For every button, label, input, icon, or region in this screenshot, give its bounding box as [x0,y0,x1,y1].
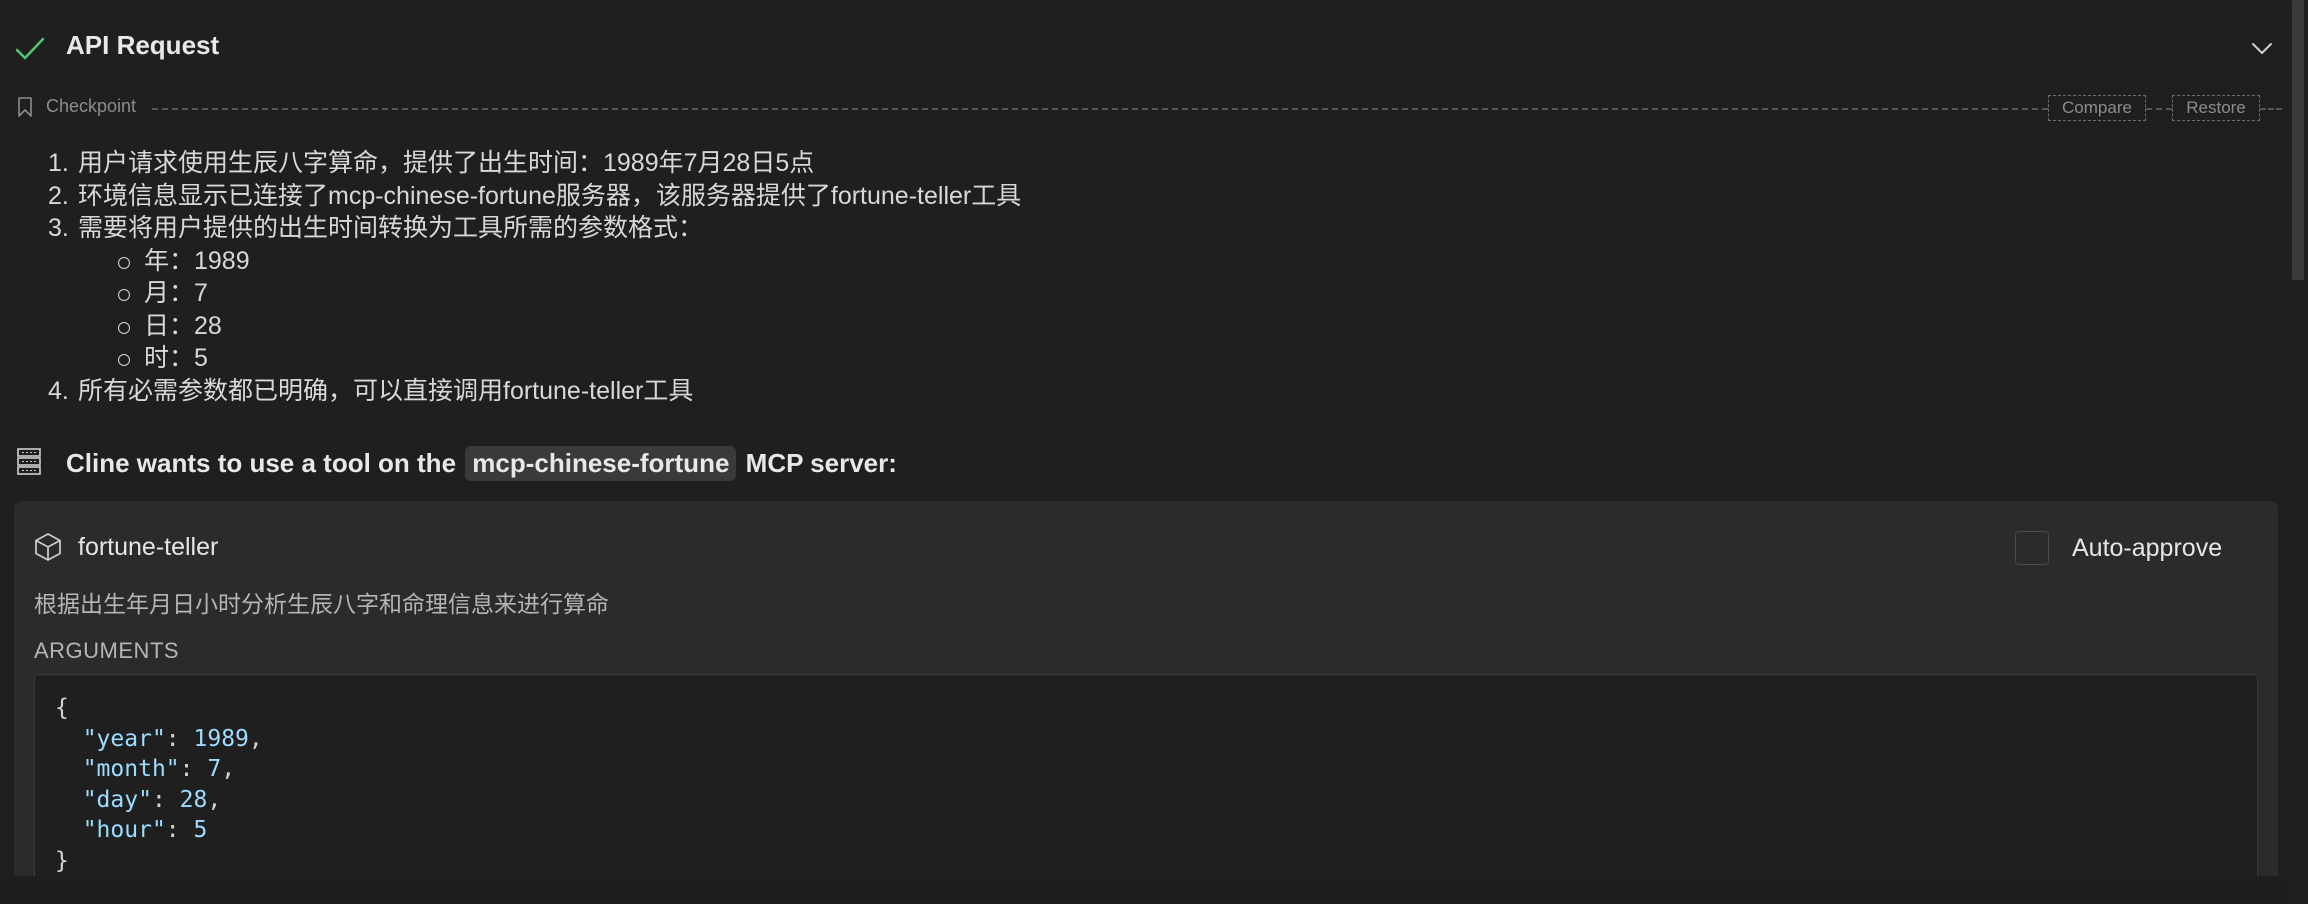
check-icon [15,37,45,60]
restore-button[interactable]: Restore [2172,95,2260,121]
json-key-day: "day" [82,786,152,813]
list-number: 1. [48,149,69,177]
server-icon [17,448,41,475]
json-key-hour: "hour" [82,817,166,843]
circle-bullet-icon [118,354,130,366]
checkpoint-label: Checkpoint [46,96,137,116]
bookmark-icon [18,97,32,117]
mcp-heading-suffix: MCP server: [745,448,897,478]
arguments-json: { "year": 1989, "month": 7, "day": 28, "… [55,695,263,874]
sub-list-item: 年：1989 [48,245,1021,278]
tool-description: 根据出生年月日小时分析生辰八字和命理信息来进行算命 [34,591,609,617]
list-item: 2. 环境信息显示已连接了mcp-chinese-fortune服务器，该服务器… [48,180,1021,213]
checkpoint-divider [2260,108,2282,110]
json-value-day: 28 [179,786,208,813]
checkpoint-row: Checkpoint Compare Restore [0,93,2290,123]
sub-list-item-text: 月：7 [144,279,208,307]
sub-list-item: 日：28 [48,310,1021,343]
json-key-month: "month" [82,756,180,782]
arguments-label: ARGUMENTS [34,638,180,663]
circle-bullet-icon [118,289,130,301]
sub-list-item: 时：5 [48,342,1021,375]
tool-name: fortune-teller [78,533,219,561]
json-brace: } [55,847,69,874]
sub-list-item-text: 日：28 [144,311,222,340]
json-brace: { [55,695,69,721]
list-item-text: 用户请求使用生辰八字算命，提供了出生时间：1989年7月28日5点 [78,149,815,177]
bottom-edge [0,876,2290,904]
list-item-text: 需要将用户提供的出生时间转换为工具所需的参数格式： [78,214,704,242]
checkpoint-divider [2146,108,2172,110]
sub-list-item-text: 年：1989 [144,246,250,275]
list-number: 4. [48,376,69,405]
vertical-scrollbar[interactable] [2290,0,2308,904]
sub-list-item-text: 时：5 [144,344,208,372]
list-item: 1. 用户请求使用生辰八字算命，提供了出生时间：1989年7月28日5点 [48,147,1021,180]
list-item: 4. 所有必需参数都已明确，可以直接调用fortune-teller工具 [48,375,1021,408]
chevron-down-icon[interactable] [2250,38,2274,58]
api-request-title: API Request [66,30,220,60]
tool-card: fortune-teller Auto-approve 根据出生年月日小时分析生… [14,501,2278,904]
mcp-heading-prefix: Cline wants to use a tool on the [66,448,457,478]
api-request-header[interactable]: API Request [0,22,2290,74]
circle-bullet-icon [118,256,130,269]
list-item-text: 环境信息显示已连接了mcp-chinese-fortune服务器，该服务器提供了… [78,181,1022,210]
json-value-year: 1989 [193,725,249,752]
json-value-month: 7 [207,756,222,782]
cline-chat-panel: API Request Checkpoint Compare Restore 1… [0,0,2308,904]
scrollbar-thumb[interactable] [2292,0,2304,280]
list-number: 2. [48,181,69,210]
list-item-text: 所有必需参数都已明确，可以直接调用fortune-teller工具 [78,376,694,405]
list-item: 3. 需要将用户提供的出生时间转换为工具所需的参数格式： [48,212,1021,245]
reasoning-list: 1. 用户请求使用生辰八字算命，提供了出生时间：1989年7月28日5点 2. … [48,147,1021,407]
mcp-server-name: mcp-chinese-fortune [465,446,737,481]
checkpoint-divider [152,108,2048,110]
mcp-tool-heading: Cline wants to use a tool on the mcp-chi… [0,440,2290,482]
auto-approve-label[interactable]: Auto-approve [2072,534,2222,563]
json-key-year: "year" [82,725,166,752]
arguments-code-block: { "year": 1989, "month": 7, "day": 28, "… [34,674,2258,904]
list-number: 3. [48,214,69,242]
compare-button[interactable]: Compare [2048,95,2146,121]
circle-bullet-icon [118,321,130,334]
sub-list-item: 月：7 [48,277,1021,310]
cube-icon [35,533,61,561]
json-value-hour: 5 [193,817,208,843]
mcp-heading-text: Cline wants to use a tool on the mcp-chi… [66,446,897,481]
auto-approve-checkbox[interactable] [2015,531,2049,565]
